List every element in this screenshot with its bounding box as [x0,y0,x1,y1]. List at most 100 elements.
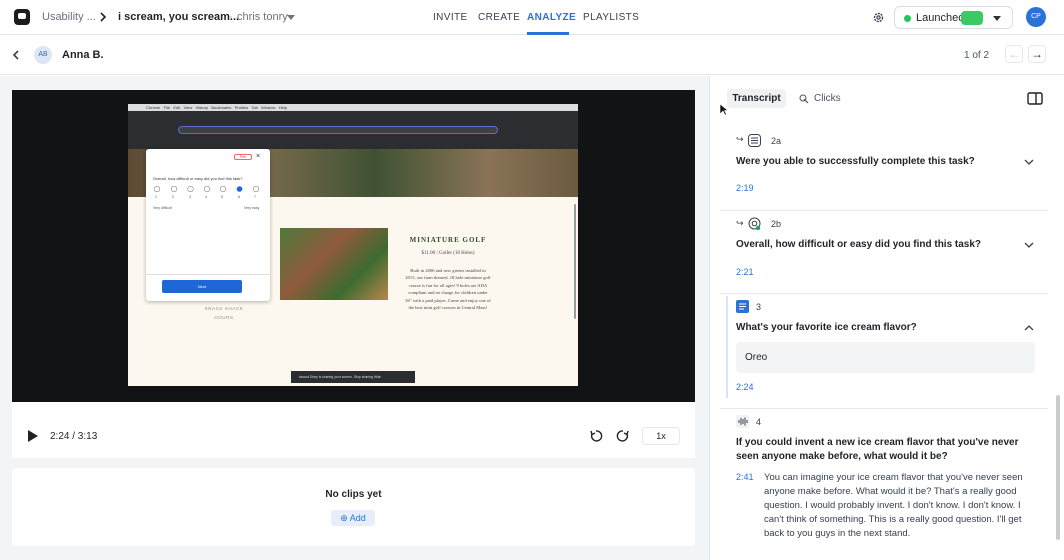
scale-label: 2 [172,195,174,199]
panel-layout-icon[interactable] [1027,92,1043,105]
mac-menu-bar: Chrome File Edit View History Bookmarks … [128,104,578,111]
status-dot-icon [904,15,911,22]
scale-label: 5 [221,195,223,199]
launch-status-button[interactable]: Launched [894,6,1013,29]
site-description: Built in 2006 and new greens installed i… [405,268,491,311]
site-side-link: SNACK SHACK HOURS [204,306,244,320]
previous-session-button[interactable]: ← [1005,45,1023,63]
active-item-indicator [726,296,728,398]
add-clip-label: Add [349,513,366,523]
user-avatar[interactable]: CP [1026,7,1046,27]
close-icon[interactable]: × [256,153,260,160]
rating-radios[interactable] [153,185,265,203]
tab-clicks[interactable]: Clicks [814,93,841,104]
chevron-right-icon [100,12,107,22]
tab-transcript[interactable]: Transcript [727,89,786,108]
question-number: 4 [756,417,762,427]
rewind-icon[interactable] [589,429,603,443]
breadcrumb-test[interactable]: i scream, you scream... [118,11,239,23]
transcript-text: You can imagine your ice cream flavor th… [764,472,1023,539]
question-text: If you could invent a new ice cream flav… [736,437,1019,462]
gear-icon[interactable] [872,11,885,24]
scale-label: 1 [155,195,157,199]
scale-label: 4 [205,195,207,199]
play-icon[interactable] [27,429,39,443]
mini-golf-photo [280,228,388,300]
browser-chrome [128,111,578,151]
recorded-screen: Chrome File Edit View History Bookmarks … [128,104,578,386]
site-price: $11.00 / Golfer (18 Holes) [421,251,475,256]
scale-label: 6 [238,195,240,199]
menu-item: History [195,105,209,110]
menu-item: File [163,105,171,110]
site-heading: MINIATURE GOLF [409,236,487,244]
screen-share-bar: dscout Diary is sharing your screen. Sto… [291,371,415,383]
tab-create[interactable]: CREATE [478,12,520,23]
empty-clips-label: No clips yet [325,489,382,500]
menu-item: Window [261,105,276,110]
fast-forward-icon[interactable] [616,429,630,443]
menu-item: Chrome [146,105,161,110]
tab-analyze[interactable]: ANALYZE [527,12,576,23]
scale-low-label: Very difficult [153,206,172,210]
divider [146,274,270,275]
question-number: 2b [771,219,782,229]
menu-item: View [183,105,193,110]
survey-next-button[interactable]: Next [162,280,242,293]
timestamp-link[interactable]: 2:21 [736,267,754,277]
chevron-up-icon[interactable] [1024,323,1034,333]
panel-scrollbar[interactable] [1056,395,1060,540]
tab-playlists[interactable]: PLAYLISTS [583,12,639,23]
answer-box: Oreo [736,342,1035,373]
target-icon [748,217,761,230]
menu-item: Bookmarks [211,105,232,110]
breadcrumb-separator: · [229,11,233,23]
chevron-down-icon[interactable] [287,15,295,21]
scale-label: 3 [189,195,191,199]
scale-high-label: Very easy [244,206,260,210]
question-text: What's your favorite ice cream flavor? [736,322,917,333]
cursor-click-icon [799,94,809,104]
plus-circle-icon: ⊕ [340,513,348,523]
reply-arrow-icon: ↪ [736,218,744,228]
question-number: 3 [756,302,762,312]
timestamp-link[interactable]: 2:41 [736,472,754,482]
survey-popup: Pee × Overall, how difficult or easy did… [146,149,270,301]
back-arrow-icon[interactable] [11,50,21,60]
mouse-cursor-icon [720,104,728,116]
launch-status-label: Launched [916,12,965,24]
breadcrumb-study[interactable]: Usability ... [42,11,96,23]
timestamp-link[interactable]: 2:19 [736,183,754,193]
menu-item: Edit [173,105,181,110]
chevron-down-icon[interactable] [1024,157,1034,167]
rating-scale[interactable]: 1 2 3 4 5 6 7 [153,185,265,203]
divider [720,408,1048,409]
add-clip-button[interactable]: ⊕ Add [331,510,375,526]
divider [720,293,1048,294]
question-text: Were you able to successfully complete t… [736,156,975,167]
link-icon[interactable] [961,11,983,25]
survey-question: Overall, how difficult or easy did you f… [153,176,243,181]
chevron-down-icon[interactable] [1024,240,1034,250]
tab-invite[interactable]: INVITE [433,12,468,23]
participant-avatar: AB [34,46,52,64]
speed-button[interactable]: 1x [642,427,680,445]
divider [720,210,1048,211]
session-pager: 1 of 2 [964,50,990,61]
clips-panel [12,468,695,546]
question-text: Overall, how difficult or easy did you f… [736,239,982,250]
next-session-button[interactable]: → [1028,45,1046,63]
page-scrollbar [574,204,576,319]
recording-badge: Pee [234,154,252,160]
menu-item: Profiles [234,105,249,110]
audio-icon [736,415,749,428]
reply-arrow-icon: ↪ [736,134,744,144]
scale-label: 7 [254,195,256,199]
app-logo-icon[interactable] [14,9,30,25]
participant-name: Anna B. [62,49,104,61]
chevron-down-icon [993,16,1001,21]
text-icon [736,300,749,313]
breadcrumb-owner[interactable]: chris tonry [237,11,288,23]
timestamp-link[interactable]: 2:24 [736,382,754,392]
list-icon [748,134,761,147]
